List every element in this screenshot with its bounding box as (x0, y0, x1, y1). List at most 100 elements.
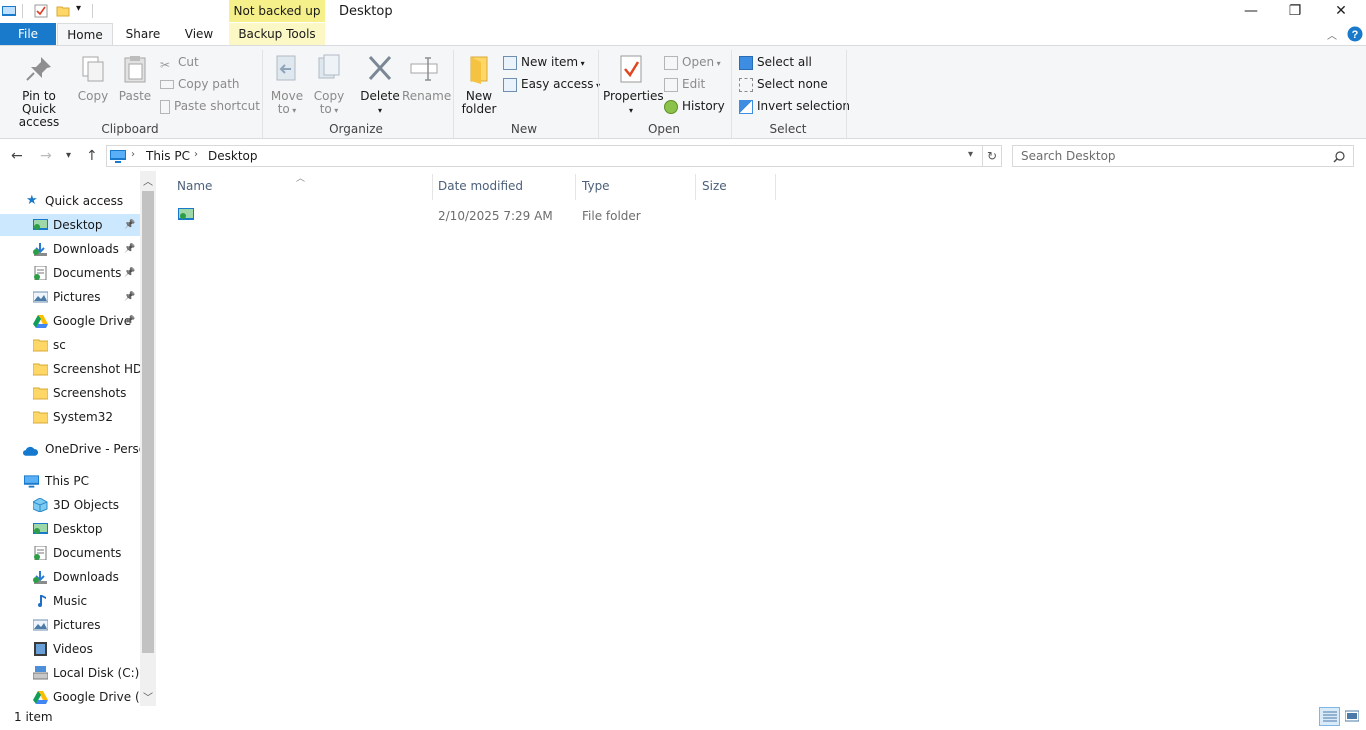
move-to-icon (276, 55, 296, 81)
sidebar-item-documents[interactable]: Documents (0, 542, 140, 564)
up-arrow-icon[interactable]: ↑ (86, 148, 98, 164)
breadcrumb-desktop[interactable]: Desktop (208, 149, 258, 163)
sidebar-item-videos[interactable]: Videos (0, 638, 140, 660)
sidebar-item-label: Google Drive (G: (53, 690, 153, 704)
invert-selection-button[interactable]: Invert selection (739, 97, 850, 115)
sidebar-item-downloads[interactable]: Downloads 📌 (0, 238, 140, 260)
rename-button[interactable]: Rename (402, 54, 451, 103)
select-all-icon (739, 55, 753, 70)
breadcrumb-this-pc[interactable]: This PC (146, 149, 190, 163)
details-view-button[interactable] (1319, 707, 1340, 726)
tab-view[interactable]: View (172, 23, 226, 45)
sidebar-item-screenshots[interactable]: Screenshots (0, 382, 140, 404)
select-all-button[interactable]: Select all (739, 53, 812, 71)
sidebar-item-local-disk-c[interactable]: Local Disk (C:) (0, 662, 140, 684)
sidebar-item-3d-objects[interactable]: 3D Objects (0, 494, 140, 516)
sidebar-item-google-drive[interactable]: Google Drive 📌 (0, 310, 140, 332)
column-header-name[interactable]: Name (177, 179, 431, 203)
nav-onedrive[interactable]: OneDrive - Persor (0, 438, 151, 460)
sidebar-item-downloads[interactable]: Downloads (0, 566, 140, 588)
edit-button[interactable]: Edit (664, 75, 705, 93)
select-none-button[interactable]: Select none (739, 75, 828, 93)
scroll-down-icon[interactable]: ﹀ (143, 689, 153, 704)
column-header-date-modified[interactable]: Date modified (438, 179, 576, 203)
forward-arrow-icon[interactable]: → (40, 148, 52, 164)
history-button[interactable]: History (664, 97, 725, 115)
tab-share[interactable]: Share (116, 23, 170, 45)
sidebar-item-sc[interactable]: sc (0, 334, 140, 356)
sidebar-item-google-drive-g[interactable]: Google Drive (G: (0, 686, 153, 706)
address-row: ← → ▾ ↑ › This PC › Desktop ▾ ↻ Search D… (0, 141, 1366, 171)
pin-to-quick-access-button[interactable]: Pin to Quick access (4, 54, 74, 129)
folder-icon (33, 387, 48, 400)
sidebar-item-documents[interactable]: Documents 📌 (0, 262, 140, 284)
copy-path-button[interactable]: Copy path (160, 75, 240, 93)
nav-scrollbar[interactable]: ︿ ﹀ (140, 171, 156, 706)
pin-icon[interactable]: 📌 (124, 262, 135, 284)
folder-icon (33, 339, 48, 352)
close-button[interactable]: ✕ (1318, 0, 1364, 22)
sidebar-item-music[interactable]: Music (0, 590, 140, 612)
cut-button[interactable]: ✂ Cut (160, 53, 199, 72)
pictures-icon (33, 291, 48, 303)
tab-file[interactable]: File (0, 23, 56, 45)
column-separator[interactable] (695, 174, 696, 200)
help-icon[interactable]: ? (1347, 26, 1363, 42)
downloads-icon (33, 571, 47, 584)
sidebar-item-desktop[interactable]: Desktop (0, 518, 140, 540)
properties-qat-icon[interactable] (34, 4, 48, 18)
tab-backup-tools[interactable]: Backup Tools (229, 23, 325, 45)
tab-home[interactable]: Home (57, 23, 113, 46)
open-button[interactable]: Open ▾ (664, 53, 721, 71)
context-tab-header: Not backed up (229, 0, 325, 22)
copy-to-button[interactable]: Copy to ▾ (312, 54, 346, 117)
ribbon-separator (731, 50, 732, 138)
pin-icon[interactable]: 📌 (124, 286, 135, 308)
sidebar-item-system32[interactable]: System32 (0, 406, 140, 428)
back-arrow-icon[interactable]: ← (11, 148, 23, 164)
move-to-button[interactable]: Move to ▾ (270, 54, 304, 117)
minimize-button[interactable]: — (1228, 0, 1274, 22)
delete-button[interactable]: Delete ▾ (360, 54, 400, 117)
folder-icon (33, 411, 48, 424)
copy-button[interactable]: Copy (76, 54, 110, 103)
google-drive-icon (33, 315, 48, 328)
paste-button[interactable]: Paste (118, 54, 152, 103)
recent-locations-icon[interactable]: ▾ (66, 150, 71, 161)
copy-label: Copy (77, 89, 109, 103)
google-drive-icon (33, 691, 48, 704)
sidebar-item-screenshot-hd[interactable]: Screenshot HD (0, 358, 142, 380)
large-icons-view-button[interactable] (1342, 707, 1363, 726)
folder-icon (33, 363, 48, 376)
column-separator[interactable] (432, 174, 433, 200)
refresh-button[interactable]: ↻ (983, 145, 1002, 167)
column-separator[interactable] (775, 174, 776, 200)
paste-shortcut-button[interactable]: Paste shortcut (160, 97, 260, 115)
properties-button[interactable]: Properties ▾ (603, 54, 664, 117)
pin-icon[interactable]: 📌 (124, 214, 135, 236)
sidebar-item-pictures[interactable]: Pictures (0, 614, 140, 636)
column-separator[interactable] (575, 174, 576, 200)
column-header-type[interactable]: Type (582, 179, 694, 203)
address-bar[interactable]: › This PC › Desktop ▾ (106, 145, 983, 167)
search-input[interactable]: Search Desktop (1012, 145, 1354, 167)
new-folder-button[interactable]: New folder (460, 54, 498, 116)
nav-this-pc[interactable]: This PC (0, 470, 140, 492)
pin-icon (26, 57, 51, 81)
nav-quick-access[interactable]: ★ Quick access (0, 190, 140, 212)
qat-customize-icon[interactable]: ▾ (76, 3, 81, 14)
column-header-size[interactable]: Size (702, 179, 774, 203)
new-folder-qat-icon[interactable] (56, 4, 70, 18)
sidebar-item-desktop[interactable]: Desktop 📌 (0, 214, 140, 236)
collapse-ribbon-icon[interactable]: ︿ (1327, 27, 1337, 42)
pin-icon[interactable]: 📌 (124, 238, 135, 260)
sidebar-item-pictures[interactable]: Pictures 📌 (0, 286, 140, 308)
desktop-folder-icon (178, 208, 194, 220)
pin-icon[interactable]: 📌 (124, 310, 135, 332)
scrollbar-thumb[interactable] (142, 191, 154, 653)
easy-access-button[interactable]: Easy access ▾ (503, 75, 600, 93)
new-item-button[interactable]: New item ▾ (503, 53, 585, 71)
address-dropdown-icon[interactable]: ▾ (968, 149, 973, 160)
scroll-up-icon[interactable]: ︿ (143, 173, 153, 188)
restore-button[interactable]: ❐ (1272, 0, 1318, 22)
